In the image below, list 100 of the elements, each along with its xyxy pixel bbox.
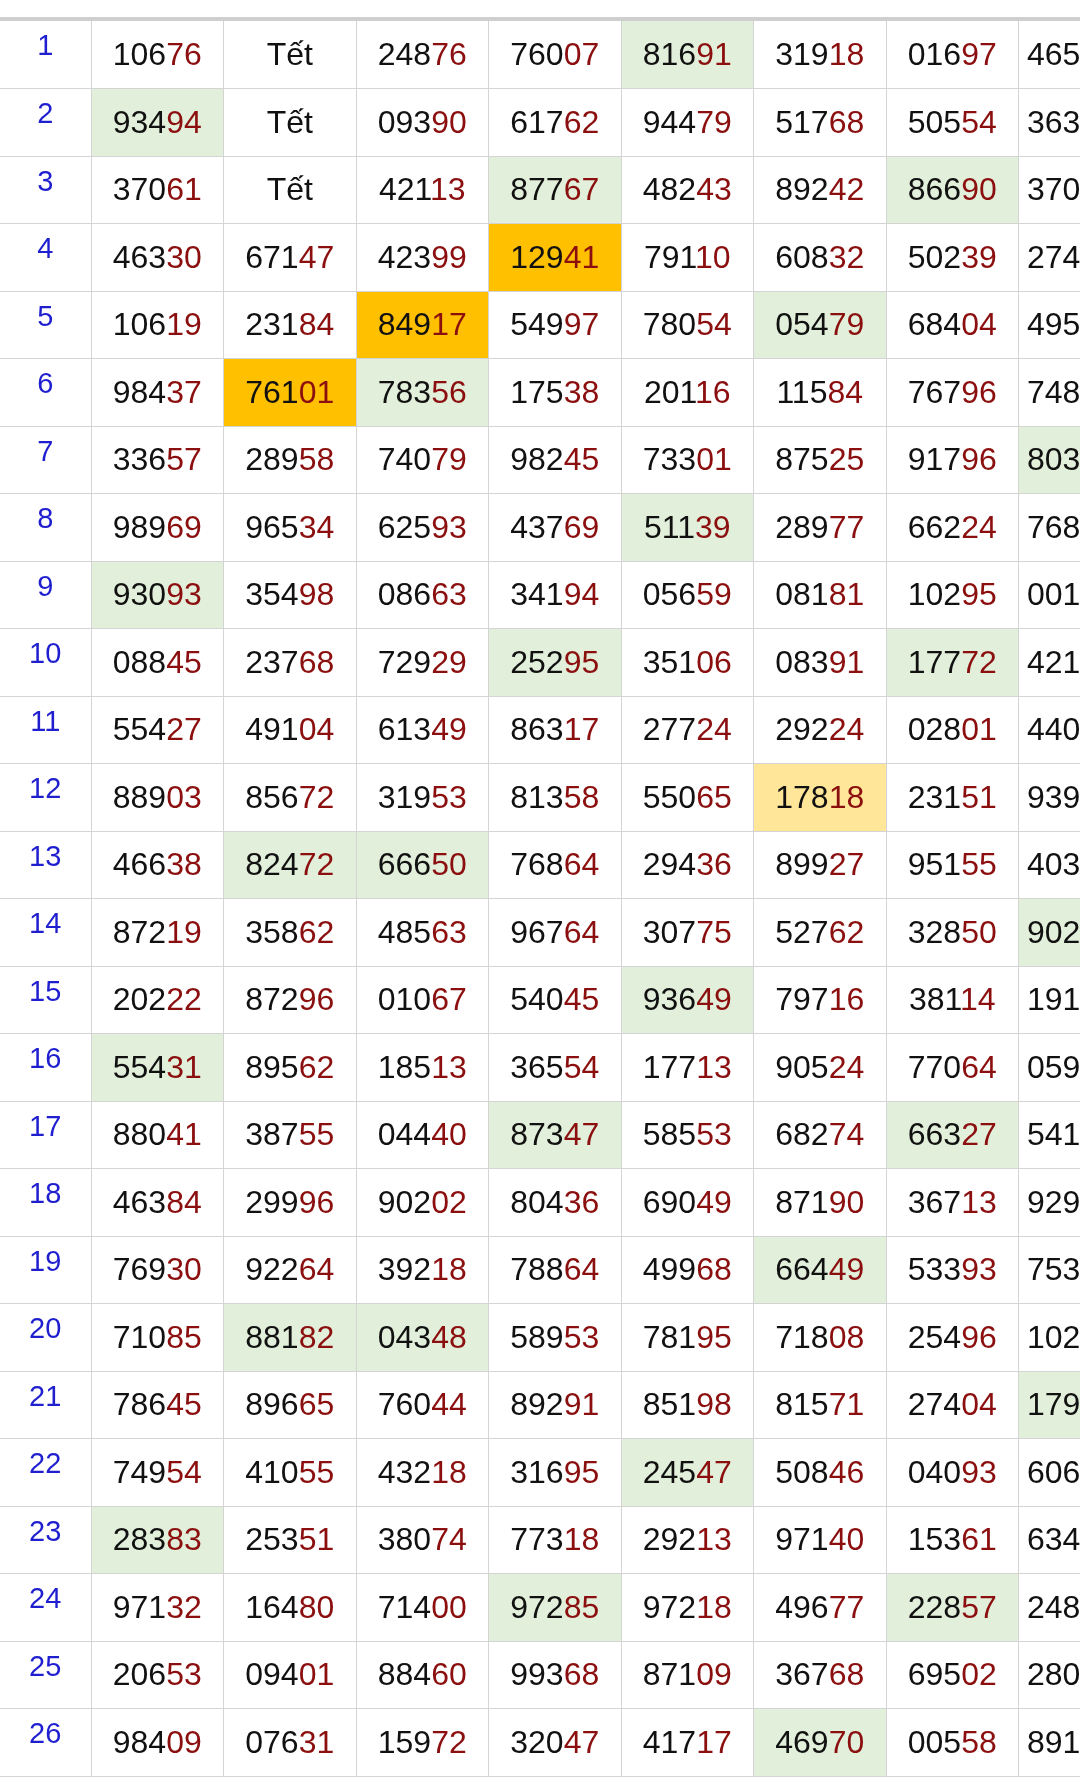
- row-label: 18: [0, 1168, 91, 1236]
- table-cell: 89242: [753, 156, 886, 224]
- table-cell: 79110: [621, 223, 754, 291]
- table-cell: 66449: [753, 1236, 886, 1304]
- table-cell: 08663: [356, 561, 489, 629]
- table-cell: 53393: [886, 1236, 1019, 1304]
- table-cell: 78054: [621, 291, 754, 359]
- table-cell: 97218: [621, 1573, 754, 1641]
- table-cell: 08391: [753, 628, 886, 696]
- table-cell: 36554: [488, 1033, 621, 1101]
- table-cell: 43218: [356, 1438, 489, 1506]
- table-cell: 89665: [223, 1371, 356, 1439]
- table-cell: 41055: [223, 1438, 356, 1506]
- table-cell: 68404: [886, 291, 1019, 359]
- table-cell: 98245: [488, 426, 621, 494]
- table-cell: 465: [1018, 21, 1080, 89]
- table-cell: 60832: [753, 223, 886, 291]
- table-cell: 09390: [356, 88, 489, 156]
- table-cell: 15361: [886, 1506, 1019, 1574]
- table-cell: 24876: [356, 21, 489, 89]
- table-cell: 82472: [223, 831, 356, 899]
- table-cell: 46970: [753, 1708, 886, 1776]
- table-cell: 89291: [488, 1371, 621, 1439]
- table-cell: 41717: [621, 1708, 754, 1776]
- row-label: 17: [0, 1101, 91, 1169]
- table-cell: 76864: [488, 831, 621, 899]
- table-cell: 31918: [753, 21, 886, 89]
- table-cell: Tết: [223, 88, 356, 156]
- table-cell: 22857: [886, 1573, 1019, 1641]
- table-cell: 87190: [753, 1168, 886, 1236]
- table-cell: 81571: [753, 1371, 886, 1439]
- table-cell: 95155: [886, 831, 1019, 899]
- table-cell: 902: [1018, 898, 1080, 966]
- row-label: 12: [0, 763, 91, 831]
- table-cell: 49104: [223, 696, 356, 764]
- row-label: 26: [0, 1708, 91, 1776]
- table-cell: 87296: [223, 966, 356, 1034]
- table-cell: 35862: [223, 898, 356, 966]
- table-cell: 36768: [753, 1641, 886, 1709]
- table-cell: 99368: [488, 1641, 621, 1709]
- table-cell: 71085: [91, 1303, 224, 1371]
- table-cell: 20116: [621, 358, 754, 426]
- table-cell: 87109: [621, 1641, 754, 1709]
- table-cell: 20653: [91, 1641, 224, 1709]
- table-cell: 10676: [91, 21, 224, 89]
- row-label: 19: [0, 1236, 91, 1304]
- table-cell: 50554: [886, 88, 1019, 156]
- table-cell: 01697: [886, 21, 1019, 89]
- table-cell: 79716: [753, 966, 886, 1034]
- table-cell: 29436: [621, 831, 754, 899]
- table-cell: 96534: [223, 493, 356, 561]
- table-cell: 27724: [621, 696, 754, 764]
- table-cell: 80436: [488, 1168, 621, 1236]
- table-cell: 42113: [356, 156, 489, 224]
- table-cell: 93494: [91, 88, 224, 156]
- table-cell: 76007: [488, 21, 621, 89]
- table-cell: 85672: [223, 763, 356, 831]
- table-cell: 04348: [356, 1303, 489, 1371]
- table-cell: 34194: [488, 561, 621, 629]
- row-label: 9: [0, 561, 91, 629]
- table-cell: 67147: [223, 223, 356, 291]
- table-cell: 04093: [886, 1438, 1019, 1506]
- table-cell: 28977: [753, 493, 886, 561]
- table-cell: 05659: [621, 561, 754, 629]
- table-cell: 23151: [886, 763, 1019, 831]
- table-cell: 94479: [621, 88, 754, 156]
- table-cell: 58953: [488, 1303, 621, 1371]
- table-cell: 78356: [356, 358, 489, 426]
- table-cell: Tết: [223, 156, 356, 224]
- table-cell: 52762: [753, 898, 886, 966]
- table-cell: 23184: [223, 291, 356, 359]
- table-cell: 87767: [488, 156, 621, 224]
- table-cell: 88182: [223, 1303, 356, 1371]
- table-cell: 16480: [223, 1573, 356, 1641]
- table-cell: 46638: [91, 831, 224, 899]
- table-cell: 07631: [223, 1708, 356, 1776]
- table-cell: 71808: [753, 1303, 886, 1371]
- table-cell: 28383: [91, 1506, 224, 1574]
- table-cell: 09401: [223, 1641, 356, 1709]
- table-cell: 51139: [621, 493, 754, 561]
- table-cell: 84917: [356, 291, 489, 359]
- table-cell: 27404: [886, 1371, 1019, 1439]
- table-cell: 48563: [356, 898, 489, 966]
- table-cell: 08845: [91, 628, 224, 696]
- table-cell: 35498: [223, 561, 356, 629]
- row-label: 5: [0, 291, 91, 359]
- table-cell: 49677: [753, 1573, 886, 1641]
- table-cell: 66224: [886, 493, 1019, 561]
- table-cell: 62593: [356, 493, 489, 561]
- table-cell: 39218: [356, 1236, 489, 1304]
- table-cell: 23768: [223, 628, 356, 696]
- table-cell: 18513: [356, 1033, 489, 1101]
- table-cell: 93093: [91, 561, 224, 629]
- table-cell: 77064: [886, 1033, 1019, 1101]
- table-cell: 78864: [488, 1236, 621, 1304]
- table-cell: 20222: [91, 966, 224, 1034]
- table-cell: 12941: [488, 223, 621, 291]
- table-cell: 74079: [356, 426, 489, 494]
- table-cell: 08181: [753, 561, 886, 629]
- table-cell: 68274: [753, 1101, 886, 1169]
